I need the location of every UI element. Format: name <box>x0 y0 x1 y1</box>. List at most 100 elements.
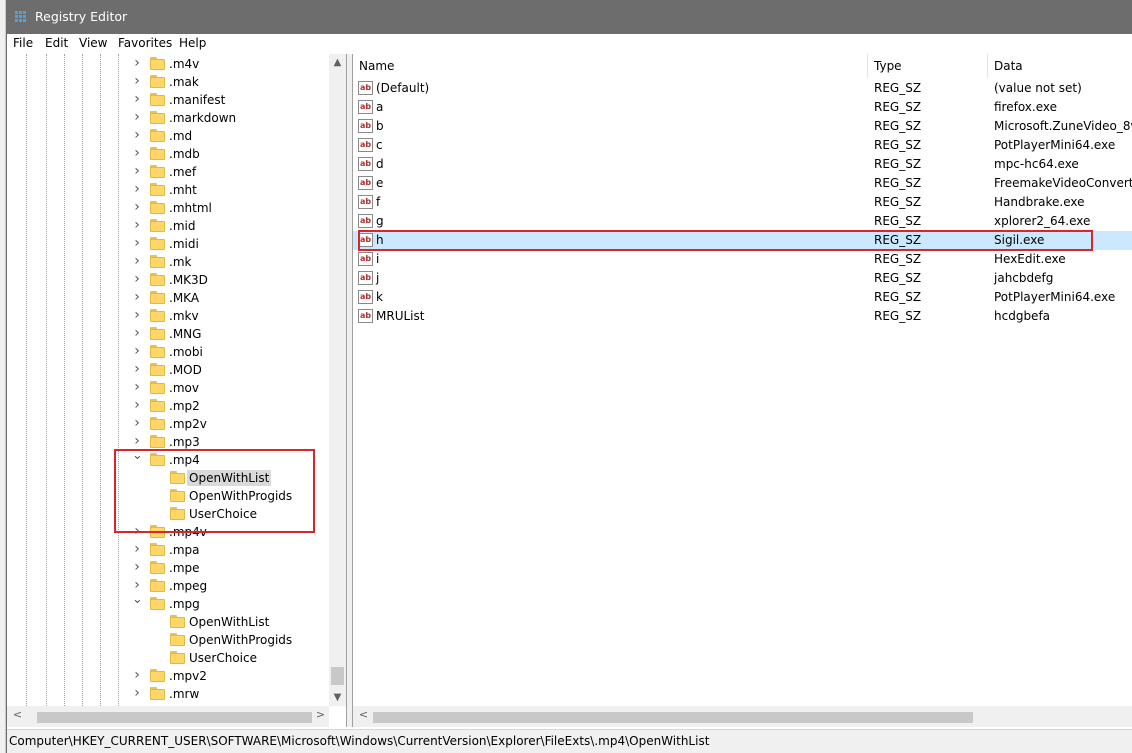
tree-item[interactable]: › .mef <box>7 163 329 181</box>
tree-item[interactable]: › .mp2v <box>7 415 329 433</box>
tree-item[interactable]: › .MKA <box>7 289 329 307</box>
chevron-right-icon[interactable]: › <box>132 254 142 268</box>
chevron-right-icon[interactable]: › <box>132 146 142 160</box>
value-row[interactable]: ab d REG_SZ mpc-hc64.exe <box>353 155 1132 174</box>
tree-item[interactable]: UserChoice <box>7 505 329 523</box>
tree-item[interactable]: › .mak <box>7 73 329 91</box>
chevron-right-icon[interactable]: › <box>132 110 142 124</box>
title-bar[interactable]: Registry Editor <box>7 0 1132 34</box>
scroll-thumb[interactable] <box>37 712 312 723</box>
chevron-right-icon[interactable]: › <box>132 164 142 178</box>
chevron-down-icon[interactable]: ⌄ <box>132 593 143 607</box>
chevron-right-icon[interactable]: › <box>132 686 142 700</box>
chevron-right-icon[interactable]: › <box>132 128 142 142</box>
value-row[interactable]: ab j REG_SZ jahcbdefg <box>353 269 1132 288</box>
value-row[interactable]: ab MRUList REG_SZ hcdgbefa <box>353 307 1132 326</box>
value-row[interactable]: abe REG_SZ FreemakeVideoConverter.e <box>353 174 1132 193</box>
tree-item[interactable]: OpenWithProgids <box>7 631 329 649</box>
list-horizontal-scrollbar[interactable]: < <box>353 706 1132 727</box>
tree-item[interactable]: › .manifest <box>7 91 329 109</box>
tree-item[interactable]: › .mrw <box>7 685 329 703</box>
chevron-down-icon[interactable]: ⌄ <box>132 449 143 463</box>
menu-help[interactable]: Help <box>179 36 206 50</box>
chevron-right-icon[interactable]: › <box>132 92 142 106</box>
value-row[interactable]: ab (Default) REG_SZ (value not set) <box>353 79 1132 98</box>
tree-item[interactable]: ⌄ .mp4 <box>7 449 329 469</box>
value-row[interactable]: ab h REG_SZ Sigil.exe <box>353 231 1132 250</box>
chevron-right-icon[interactable]: › <box>132 218 142 232</box>
tree-item[interactable]: › .mhtml <box>7 199 329 217</box>
column-header-type[interactable]: Type <box>874 59 902 73</box>
tree-item[interactable]: OpenWithList <box>7 469 329 487</box>
chevron-right-icon[interactable]: › <box>132 380 142 394</box>
scroll-up-icon[interactable]: ▲ <box>329 54 346 71</box>
chevron-right-icon[interactable]: › <box>132 398 142 412</box>
value-row[interactable]: ab f REG_SZ Handbrake.exe <box>353 193 1132 212</box>
tree-item[interactable]: › .md <box>7 127 329 145</box>
chevron-right-icon[interactable]: › <box>132 56 142 70</box>
menu-favorites[interactable]: Favorites <box>118 36 172 50</box>
menu-view[interactable]: View <box>79 36 107 50</box>
tree-item[interactable]: › .mobi <box>7 343 329 361</box>
scroll-thumb[interactable] <box>331 667 344 685</box>
chevron-right-icon[interactable]: › <box>132 182 142 196</box>
tree-item[interactable]: › .MOD <box>7 361 329 379</box>
tree-item[interactable]: › .mpa <box>7 541 329 559</box>
chevron-right-icon[interactable]: › <box>132 434 142 448</box>
scroll-thumb[interactable] <box>373 712 973 723</box>
chevron-right-icon[interactable]: › <box>132 344 142 358</box>
tree-item[interactable]: ⌄ .mpg <box>7 593 329 613</box>
tree-item[interactable]: › .mht <box>7 181 329 199</box>
tree-item[interactable]: › .markdown <box>7 109 329 127</box>
chevron-right-icon[interactable]: › <box>132 416 142 430</box>
tree-item[interactable]: › .mkv <box>7 307 329 325</box>
chevron-right-icon[interactable]: › <box>132 524 142 538</box>
tree-item[interactable]: › .mpeg <box>7 577 329 595</box>
scroll-left-icon[interactable]: < <box>355 708 372 721</box>
tree-item[interactable]: UserChoice <box>7 649 329 667</box>
value-row[interactable]: ab k REG_SZ PotPlayerMini64.exe <box>353 288 1132 307</box>
tree-item[interactable]: › .mov <box>7 379 329 397</box>
column-separator[interactable] <box>987 54 988 78</box>
value-row[interactable]: ab g REG_SZ xplorer2_64.exe <box>353 212 1132 231</box>
tree-item[interactable]: OpenWithProgids <box>7 487 329 505</box>
scroll-left-icon[interactable]: < <box>9 708 26 721</box>
value-row[interactable]: ab i REG_SZ HexEdit.exe <box>353 250 1132 269</box>
tree-item[interactable]: › .MNG <box>7 325 329 343</box>
chevron-right-icon[interactable]: › <box>132 668 142 682</box>
tree-item[interactable]: › .mk <box>7 253 329 271</box>
value-row[interactable]: ab c REG_SZ PotPlayerMini64.exe <box>353 136 1132 155</box>
values-list-pane[interactable]: Name Type Data ab (Default) REG_SZ (value n… <box>352 54 1132 727</box>
tree-item[interactable]: › .mid <box>7 217 329 235</box>
tree-horizontal-scrollbar[interactable]: < > <box>7 706 329 727</box>
chevron-right-icon[interactable]: › <box>132 74 142 88</box>
chevron-right-icon[interactable]: › <box>132 290 142 304</box>
tree-item[interactable]: › .mdb <box>7 145 329 163</box>
chevron-right-icon[interactable]: › <box>132 362 142 376</box>
scroll-right-icon[interactable]: > <box>312 708 329 721</box>
chevron-right-icon[interactable]: › <box>132 560 142 574</box>
tree-vertical-scrollbar[interactable]: ▲ ▼ <box>329 54 346 706</box>
tree-item[interactable]: OpenWithList <box>7 613 329 631</box>
tree-item[interactable]: › .midi <box>7 235 329 253</box>
tree-item[interactable]: › .mp2 <box>7 397 329 415</box>
menu-edit[interactable]: Edit <box>45 36 68 50</box>
menu-file[interactable]: File <box>13 36 33 50</box>
column-header-name[interactable]: Name <box>359 59 394 73</box>
chevron-right-icon[interactable]: › <box>132 200 142 214</box>
tree-item[interactable]: › .m4v <box>7 55 329 73</box>
value-row[interactable]: ab a REG_SZ firefox.exe <box>353 98 1132 117</box>
tree-item[interactable]: › .mp3 <box>7 433 329 451</box>
tree-item[interactable]: › .mpv2 <box>7 667 329 685</box>
chevron-right-icon[interactable]: › <box>132 578 142 592</box>
chevron-right-icon[interactable]: › <box>132 308 142 322</box>
column-separator[interactable] <box>867 54 868 78</box>
chevron-right-icon[interactable]: › <box>132 236 142 250</box>
scroll-down-icon[interactable]: ▼ <box>329 689 346 706</box>
chevron-right-icon[interactable]: › <box>132 272 142 286</box>
column-header-data[interactable]: Data <box>994 59 1023 73</box>
tree-item[interactable]: › .mpe <box>7 559 329 577</box>
chevron-right-icon[interactable]: › <box>132 326 142 340</box>
key-tree-pane[interactable]: › .m4v › .mak › .manifest › .markdown › .md › .mdb ›… <box>7 54 347 727</box>
tree-item[interactable]: › .MK3D <box>7 271 329 289</box>
